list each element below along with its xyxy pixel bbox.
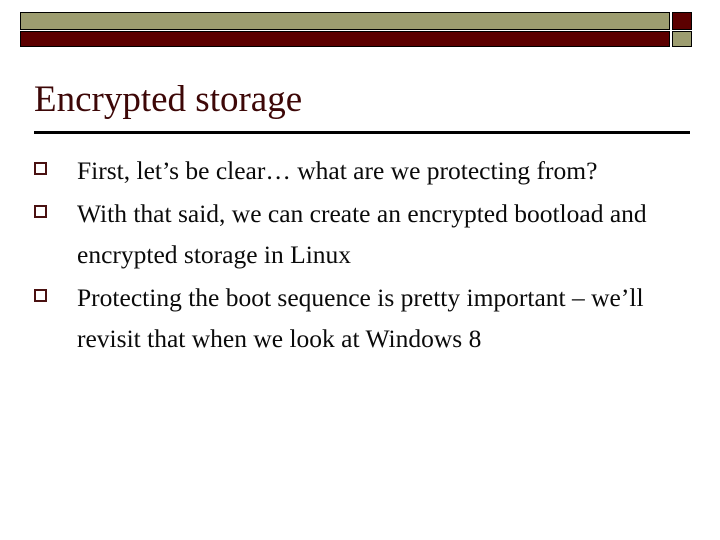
- slide-body-content: First, let’s be clear… what are we prote…: [34, 150, 694, 361]
- header-cap-maroon: [672, 12, 692, 30]
- bullet-text: Protecting the boot sequence is pretty i…: [77, 283, 644, 353]
- bullet-text: With that said, we can create an encrypt…: [77, 199, 647, 269]
- header-bar-tan: [20, 12, 670, 30]
- bullet-text: First, let’s be clear… what are we prote…: [77, 156, 598, 185]
- header-bar-maroon: [20, 31, 670, 47]
- header-band-bottom-row: [20, 31, 692, 47]
- bullet-item: Protecting the boot sequence is pretty i…: [34, 277, 694, 359]
- bullet-item: First, let’s be clear… what are we prote…: [34, 150, 694, 191]
- bullet-item: With that said, we can create an encrypt…: [34, 193, 694, 275]
- header-cap-tan: [672, 31, 692, 47]
- hollow-square-bullet-icon: [34, 289, 47, 302]
- slide-header-decoration: [20, 12, 692, 47]
- hollow-square-bullet-icon: [34, 205, 47, 218]
- hollow-square-bullet-icon: [34, 162, 47, 175]
- title-underline-rule: [34, 131, 690, 134]
- slide-title: Encrypted storage: [34, 79, 303, 120]
- presentation-slide: Encrypted storage First, let’s be clear……: [0, 0, 720, 540]
- header-band-top-row: [20, 12, 692, 30]
